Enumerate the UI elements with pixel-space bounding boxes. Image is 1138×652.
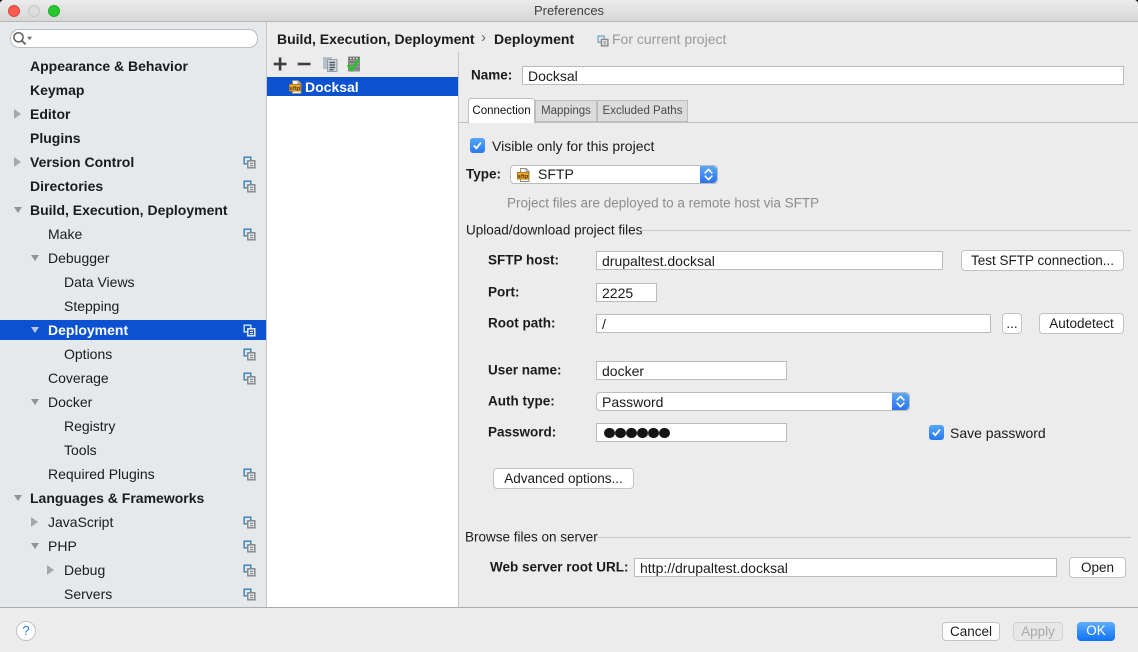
svg-text:sftp: sftp bbox=[290, 86, 301, 92]
svg-text:sftp: sftp bbox=[518, 174, 529, 180]
